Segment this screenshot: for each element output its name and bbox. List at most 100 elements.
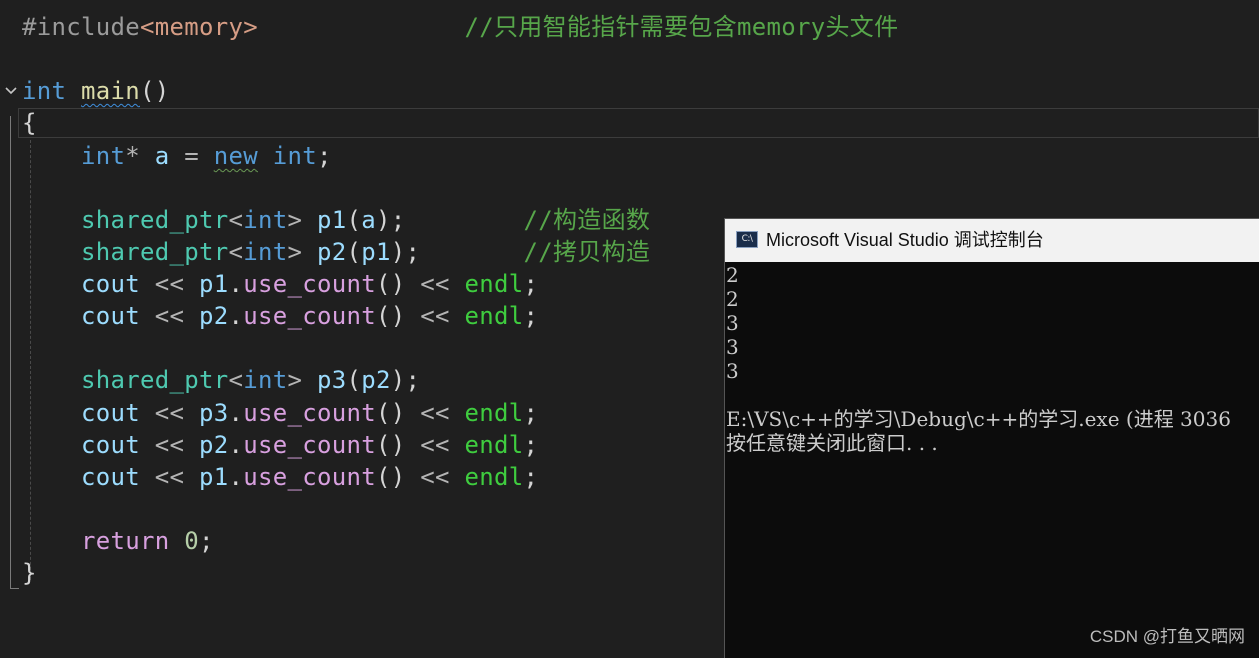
variable: a <box>154 142 170 170</box>
console-title: Microsoft Visual Studio 调试控制台 <box>766 230 1044 250</box>
endl-token: endl <box>464 302 524 330</box>
console-output-line: 3 <box>726 335 739 359</box>
code-line-open-brace[interactable]: { <box>22 107 37 139</box>
keyword: int <box>22 77 67 105</box>
code-line-p3[interactable]: shared_ptr<int> p3(p2); <box>22 364 420 396</box>
method-name: use_count <box>243 302 376 330</box>
type-name: shared_ptr <box>81 366 229 394</box>
punctuation: . <box>228 302 244 330</box>
punctuation: () <box>376 399 406 427</box>
punctuation: . <box>228 431 244 459</box>
cout-stream: cout <box>81 463 140 491</box>
punctuation: ; <box>523 399 539 427</box>
code-line-new[interactable]: int* a = new int; <box>22 140 332 172</box>
code-line-close-brace[interactable]: } <box>22 557 37 589</box>
punctuation: () <box>376 463 406 491</box>
operator: << <box>154 270 185 298</box>
type-name: shared_ptr <box>81 206 229 234</box>
punctuation: () <box>140 77 170 105</box>
operator: << <box>420 270 450 298</box>
keyword: int <box>272 142 317 170</box>
punctuation: ( <box>346 366 362 394</box>
variable: p2 <box>317 238 347 266</box>
code-line-cout[interactable]: cout << p2.use_count() << endl; <box>22 300 538 332</box>
variable: p2 <box>361 366 391 394</box>
variable: p2 <box>199 302 229 330</box>
console-app-icon: C:\ <box>736 231 758 248</box>
cout-stream: cout <box>81 399 140 427</box>
punctuation: ; <box>523 302 539 330</box>
variable: p3 <box>199 399 229 427</box>
console-output-line: 按任意键关闭此窗口. . . <box>726 431 938 455</box>
code-line-cout[interactable]: cout << p1.use_count() << endl; <box>22 268 538 300</box>
operator: < <box>228 366 244 394</box>
keyword-return: return <box>81 527 170 555</box>
code-line-main[interactable]: int main() <box>22 75 170 107</box>
punctuation: ); <box>376 206 406 234</box>
operator: << <box>154 399 185 427</box>
punctuation: . <box>228 399 244 427</box>
punctuation: ( <box>346 238 362 266</box>
operator: < <box>228 238 244 266</box>
current-line-highlight <box>18 108 1259 138</box>
operator: << <box>154 431 185 459</box>
endl-token: endl <box>464 270 524 298</box>
code-comment: //拷贝构造 <box>523 238 651 266</box>
method-name: use_count <box>243 431 376 459</box>
keyword: int <box>243 206 288 234</box>
code-line-include[interactable]: #include<memory> //只用智能指针需要包含memory头文件 <box>22 11 898 43</box>
number-literal: 0 <box>184 527 199 555</box>
console-title-bar[interactable]: C:\ Microsoft Visual Studio 调试控制台 <box>725 219 1259 262</box>
variable: p1 <box>317 206 347 234</box>
operator: << <box>420 463 450 491</box>
code-comment: //构造函数 <box>523 206 651 234</box>
punctuation: . <box>228 270 244 298</box>
operator: << <box>154 302 185 330</box>
code-line-p1[interactable]: shared_ptr<int> p1(a); //构造函数 <box>22 204 650 236</box>
punctuation: ); <box>390 366 421 394</box>
keyword: int <box>243 366 288 394</box>
operator: > <box>287 238 303 266</box>
cout-stream: cout <box>81 270 140 298</box>
operator: << <box>420 302 450 330</box>
operator: << <box>154 463 185 491</box>
cout-stream: cout <box>81 431 140 459</box>
variable: p2 <box>199 431 229 459</box>
punctuation: ; <box>317 142 332 170</box>
open-brace: { <box>22 109 37 137</box>
keyword: int <box>81 142 126 170</box>
code-line-return[interactable]: return 0; <box>22 525 214 557</box>
method-name: use_count <box>243 270 376 298</box>
operator: << <box>420 431 450 459</box>
variable: p1 <box>199 463 229 491</box>
code-line-cout[interactable]: cout << p1.use_count() << endl; <box>22 461 538 493</box>
brace-scope-guide-end <box>10 588 19 589</box>
endl-token: endl <box>464 431 524 459</box>
fold-chevron-icon[interactable] <box>4 82 18 100</box>
punctuation: ); <box>390 238 421 266</box>
punctuation: . <box>228 463 244 491</box>
console-output-line: 2 <box>726 287 739 311</box>
preprocessor-directive: #include <box>22 13 140 41</box>
operator: > <box>287 206 303 234</box>
punctuation: () <box>376 302 406 330</box>
console-output-line: 3 <box>726 311 739 335</box>
code-line-cout[interactable]: cout << p2.use_count() << endl; <box>22 429 538 461</box>
method-name: use_count <box>243 399 376 427</box>
endl-token: endl <box>464 463 524 491</box>
debug-console-window[interactable]: C:\ Microsoft Visual Studio 调试控制台 2 2 3 … <box>724 218 1259 658</box>
cout-stream: cout <box>81 302 140 330</box>
console-output[interactable]: 2 2 3 3 3 E:\VS\c++的学习\Debug\c++的学习.exe … <box>726 263 1259 455</box>
operator: << <box>420 399 450 427</box>
watermark: CSDN @打鱼又晒网 <box>1089 627 1245 646</box>
console-output-line: 2 <box>726 263 739 287</box>
keyword-new: new <box>213 142 258 170</box>
punctuation: ; <box>523 463 539 491</box>
punctuation: () <box>376 431 406 459</box>
code-line-cout[interactable]: cout << p3.use_count() << endl; <box>22 397 538 429</box>
punctuation: ( <box>346 206 362 234</box>
punctuation: () <box>376 270 406 298</box>
code-line-p2[interactable]: shared_ptr<int> p2(p1); //拷贝构造 <box>22 236 650 268</box>
console-output-line: 3 <box>726 359 739 383</box>
